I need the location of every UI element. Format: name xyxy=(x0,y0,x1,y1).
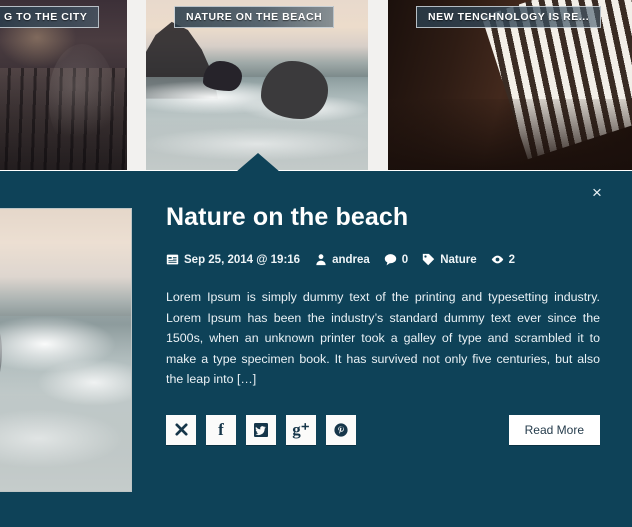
eye-icon xyxy=(491,253,504,266)
meta-category: Nature xyxy=(422,253,477,266)
close-icon[interactable]: × xyxy=(586,181,608,203)
close-x-icon[interactable] xyxy=(166,414,196,445)
post-detail-panel: × Nature on the beach Sep 25, 2014 @ 19:… xyxy=(0,171,632,527)
share-button-list: f g⁺ xyxy=(166,414,356,445)
meta-views-label: 2 xyxy=(508,253,516,266)
featured-card-strip: G TO THE CITY NATURE ON THE BEACH NEW TE… xyxy=(0,0,632,170)
card-item[interactable]: G TO THE CITY xyxy=(0,0,127,170)
facebook-icon[interactable]: f xyxy=(206,414,236,445)
post-title: Nature on the beach xyxy=(166,203,409,231)
post-body: Nature on the beach Sep 25, 2014 @ 19:16 xyxy=(166,203,604,445)
panel-caret-icon xyxy=(236,153,280,172)
tag-icon xyxy=(422,253,435,266)
google-plus-icon[interactable]: g⁺ xyxy=(286,414,316,445)
post-meta: Sep 25, 2014 @ 19:16 andrea 0 Nature 2 xyxy=(166,253,604,266)
meta-comments: 0 xyxy=(384,253,408,266)
pinterest-icon[interactable] xyxy=(326,414,356,445)
facebook-glyph: f xyxy=(218,420,224,439)
card-title: G TO THE CITY xyxy=(4,11,88,23)
meta-date-label: Sep 25, 2014 @ 19:16 xyxy=(184,253,301,266)
comment-icon xyxy=(384,253,397,266)
meta-category-label: Nature xyxy=(440,253,477,266)
card-title-bar: NEW TENCHNOLOGY IS RE... xyxy=(416,6,602,28)
meta-comments-label: 0 xyxy=(401,253,409,266)
calendar-icon xyxy=(166,253,179,266)
card-title-bar: G TO THE CITY xyxy=(0,6,100,28)
card-item[interactable]: NATURE ON THE BEACH xyxy=(146,0,368,170)
read-more-button[interactable]: Read More xyxy=(508,414,600,445)
card-title-bar: NATURE ON THE BEACH xyxy=(174,6,335,28)
meta-date: Sep 25, 2014 @ 19:16 xyxy=(166,253,300,266)
google-plus-glyph: g⁺ xyxy=(292,420,310,439)
meta-author: andrea xyxy=(314,253,370,266)
post-actions: f g⁺ Read More xyxy=(166,414,600,445)
meta-author-label: andrea xyxy=(332,253,370,266)
thumbnail-photo xyxy=(0,209,131,491)
post-excerpt: Lorem Ipsum is simply dummy text of the … xyxy=(166,290,600,386)
user-icon xyxy=(314,253,327,266)
meta-views: 2 xyxy=(491,253,515,266)
card-item[interactable]: NEW TENCHNOLOGY IS RE... xyxy=(388,0,632,170)
card-title: NATURE ON THE BEACH xyxy=(186,11,323,23)
card-title: NEW TENCHNOLOGY IS RE... xyxy=(428,11,590,23)
twitter-icon[interactable] xyxy=(246,414,276,445)
post-thumbnail[interactable] xyxy=(0,208,132,492)
